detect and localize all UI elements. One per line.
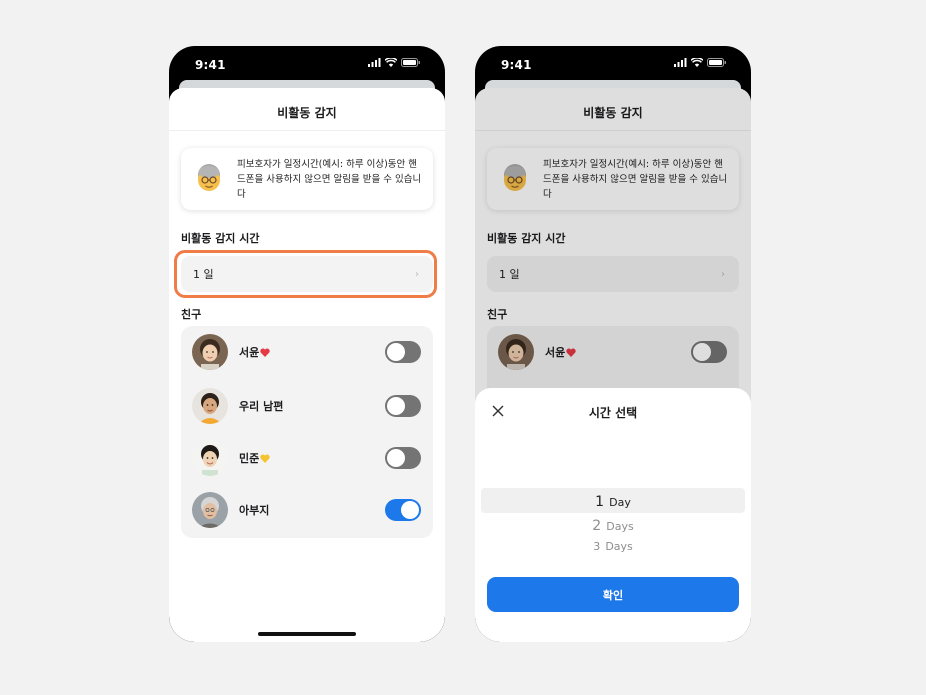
- settings-sheet: 비활동 감지 피보호자가 일정시간(예시: 하루 이상)동안 핸드폰을 사용하지…: [169, 88, 445, 642]
- settings-sheet: 비활동 감지 피보호자가 일정시간(예시: 하루 이상)동안 핸드폰을 사용하지…: [475, 88, 751, 642]
- battery-icon: [401, 58, 420, 67]
- notification-toggle[interactable]: [385, 447, 421, 469]
- wifi-icon: [691, 58, 703, 67]
- info-card: 피보호자가 일정시간(예시: 하루 이상)동안 핸드폰을 사용하지 않으면 알림…: [181, 148, 433, 210]
- friends-label: 친구: [181, 308, 202, 321]
- friend-name: 아부지: [239, 504, 270, 517]
- status-time: 9:41: [501, 58, 532, 72]
- home-indicator: [258, 632, 356, 636]
- wifi-icon: [385, 58, 397, 67]
- signal-icon: [368, 58, 381, 67]
- page-title: 비활동 감지: [277, 106, 337, 120]
- divider: [169, 130, 445, 131]
- friend-name: 민준: [239, 450, 270, 466]
- avatar: [192, 388, 228, 424]
- friend-name: 서윤: [239, 344, 270, 360]
- picker-option[interactable]: 2 Days: [475, 515, 751, 534]
- avatar: [192, 440, 228, 476]
- avatar: [192, 492, 228, 528]
- friend-row-seoyun: 서윤: [181, 328, 433, 376]
- battery-icon: [707, 58, 726, 67]
- friend-row-minjun: 민준: [181, 434, 433, 482]
- confirm-button[interactable]: 확인: [487, 577, 739, 612]
- notification-toggle[interactable]: [385, 499, 421, 521]
- time-picker-sheet: 시간 선택 1 Day 2 Days 3 Days 확인: [475, 388, 751, 642]
- picker-title: 시간 선택: [588, 406, 638, 420]
- friend-name: 우리 남편: [239, 400, 284, 413]
- status-icons: [674, 58, 727, 67]
- info-text: 피보호자가 일정시간(예시: 하루 이상)동안 핸드폰을 사용하지 않으면 알림…: [237, 158, 422, 200]
- friend-row-husband: 우리 남편: [181, 382, 433, 430]
- detection-time-label: 비활동 감지 시간: [181, 232, 260, 245]
- highlight-frame: [174, 250, 437, 298]
- status-icons: [368, 58, 421, 67]
- friend-row-father: 아부지: [181, 486, 433, 534]
- picker-option[interactable]: 1 Day: [475, 491, 751, 510]
- notification-toggle[interactable]: [385, 341, 421, 363]
- heart-icon: [260, 454, 270, 463]
- phone-screen-settings: 9:41 비활동 감지 피보호자가 일정시간(예시: 하루 이상)동안 핸드폰을…: [169, 46, 445, 642]
- status-time: 9:41: [195, 58, 226, 72]
- signal-icon: [674, 58, 687, 67]
- elderly-person-icon: [193, 163, 225, 195]
- picker-option[interactable]: 3 Days: [475, 535, 751, 554]
- avatar: [192, 334, 228, 370]
- notification-toggle[interactable]: [385, 395, 421, 417]
- friends-list: 서윤 우리 남편 민준 아부지: [181, 326, 433, 538]
- heart-icon: [260, 348, 270, 357]
- phone-screen-time-picker: 9:41 비활동 감지 피보호자가 일정시간(예시: 하루 이상)동안 핸드폰을…: [475, 46, 751, 642]
